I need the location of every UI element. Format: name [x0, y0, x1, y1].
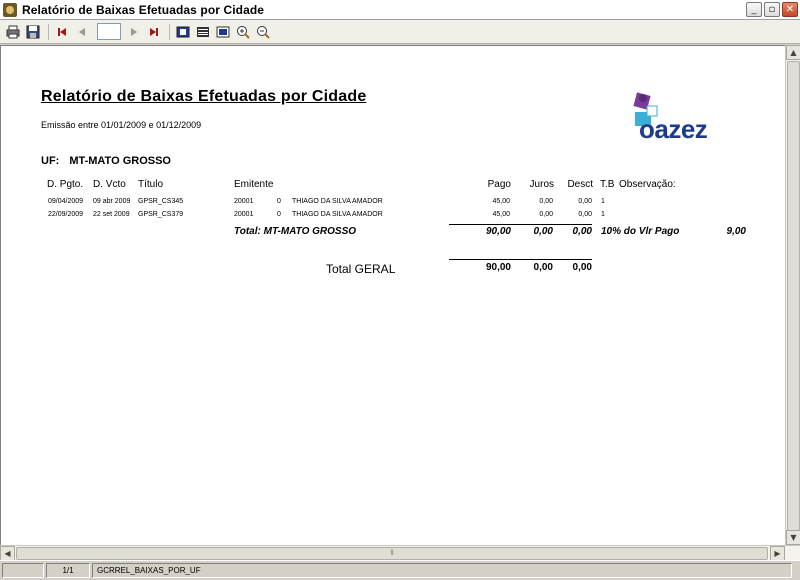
subtotal-rule: [449, 224, 592, 225]
cell-emitente-name: THIAGO DA SILVA AMADOR: [292, 198, 383, 205]
cell-desct: 0,00: [578, 198, 592, 205]
subtotal-obs-value: 9,00: [726, 226, 746, 237]
col-header-juros: Juros: [529, 179, 554, 190]
scroll-down-button[interactable]: ▼: [786, 530, 800, 545]
scroll-right-button[interactable]: ▶: [770, 546, 785, 561]
uf-value: MT-MATO GROSSO: [69, 155, 171, 167]
col-header-tb: T.B: [600, 179, 615, 190]
report-preview[interactable]: Relatório de Baixas Efetuadas por Cidade…: [0, 45, 785, 545]
col-header-pago: Pago: [487, 179, 511, 190]
toolbar-separator: [48, 23, 49, 40]
last-page-icon[interactable]: [145, 23, 163, 41]
vertical-scroll-thumb[interactable]: [787, 61, 800, 531]
window-title: Relatório de Baixas Efetuadas por Cidade: [22, 2, 265, 17]
col-header-observacao: Observação:: [619, 179, 676, 190]
subtotal-label: Total: MT-MATO GROSSO: [234, 226, 357, 237]
grand-total-rule: [449, 259, 592, 260]
scroll-left-button[interactable]: ◀: [0, 546, 15, 561]
zoom-out-icon[interactable]: [254, 23, 272, 41]
cell-pago: 45,00: [492, 211, 510, 218]
subtotal-juros: 0,00: [533, 226, 553, 237]
cell-d-pgto: 09/04/2009: [48, 198, 84, 205]
cell-juros: 0,00: [539, 198, 553, 205]
status-page: 1/1: [46, 563, 90, 578]
whole-page-icon[interactable]: [174, 23, 192, 41]
subtotal-obs-label: 10% do Vlr Pago: [601, 226, 680, 237]
page-width-icon[interactable]: [194, 23, 212, 41]
col-header-d-vcto: D. Vcto: [93, 179, 126, 190]
cell-emitente-seq: 0: [277, 211, 281, 218]
cell-pago: 45,00: [492, 198, 510, 205]
horizontal-scrollbar[interactable]: ◀ ⦀ ▶: [0, 545, 800, 561]
status-report-name: GCRREL_BAIXAS_POR_UF: [92, 563, 792, 578]
window-controls: _ ▫ ✕: [746, 2, 798, 17]
cell-titulo: GPSR_CS379: [138, 211, 184, 218]
title-bar: Relatório de Baixas Efetuadas por Cidade…: [0, 0, 800, 20]
report-title: Relatório de Baixas Efetuadas por Cidade: [41, 88, 367, 105]
col-header-emitente: Emitente: [234, 179, 274, 190]
grand-total-juros: 0,00: [533, 262, 553, 273]
first-page-icon[interactable]: [53, 23, 71, 41]
next-page-icon[interactable]: [125, 23, 143, 41]
actual-size-icon[interactable]: [214, 23, 232, 41]
col-header-titulo: Título: [138, 179, 164, 190]
cell-emitente-code: 20001: [234, 211, 254, 218]
cell-juros: 0,00: [539, 211, 553, 218]
save-icon[interactable]: [24, 23, 42, 41]
maximize-button[interactable]: ▫: [764, 2, 780, 17]
cell-emitente-code: 20001: [234, 198, 254, 205]
zoom-in-icon[interactable]: [234, 23, 252, 41]
logo-text: oazez: [639, 114, 708, 144]
cell-emitente-seq: 0: [277, 198, 281, 205]
grand-total-desct: 0,00: [572, 262, 592, 273]
grand-total-pago: 90,00: [485, 262, 511, 273]
cell-tb: 1: [601, 211, 605, 218]
col-header-desct: Desct: [567, 179, 593, 190]
cell-d-vcto: 22 set 2009: [93, 211, 130, 218]
horizontal-scroll-thumb[interactable]: ⦀: [16, 547, 768, 560]
minimize-button[interactable]: _: [746, 2, 762, 17]
status-progress: [2, 563, 44, 578]
cell-emitente-name: THIAGO DA SILVA AMADOR: [292, 211, 383, 218]
toolbar-separator: [169, 23, 170, 40]
cell-d-vcto: 09 abr 2009: [93, 198, 131, 205]
emission-period: Emissão entre 01/01/2009 e 01/12/2009: [41, 120, 202, 130]
uf-label: UF:: [41, 155, 60, 167]
cell-d-pgto: 22/09/2009: [48, 211, 84, 218]
cell-desct: 0,00: [578, 211, 592, 218]
close-button[interactable]: ✕: [782, 2, 798, 17]
cell-titulo: GPSR_CS345: [138, 198, 184, 205]
toolbar: [0, 20, 800, 44]
subtotal-desct: 0,00: [572, 226, 592, 237]
vertical-scrollbar[interactable]: ▲ ▼: [785, 45, 800, 545]
scroll-up-button[interactable]: ▲: [786, 45, 800, 60]
cell-tb: 1: [601, 198, 605, 205]
app-icon: [3, 2, 17, 17]
status-bar: 1/1 GCRREL_BAIXAS_POR_UF: [0, 560, 800, 580]
uf-header: UF: MT-MATO GROSSO: [41, 155, 171, 167]
scroll-grip-icon: ⦀: [390, 549, 394, 557]
page-number-input[interactable]: [97, 23, 121, 40]
subtotal-pago: 90,00: [485, 226, 511, 237]
print-icon[interactable]: [4, 23, 22, 41]
grand-total-label: Total GERAL: [326, 262, 396, 276]
previous-page-icon[interactable]: [73, 23, 91, 41]
col-header-d-pgto: D. Pgto.: [47, 179, 84, 190]
